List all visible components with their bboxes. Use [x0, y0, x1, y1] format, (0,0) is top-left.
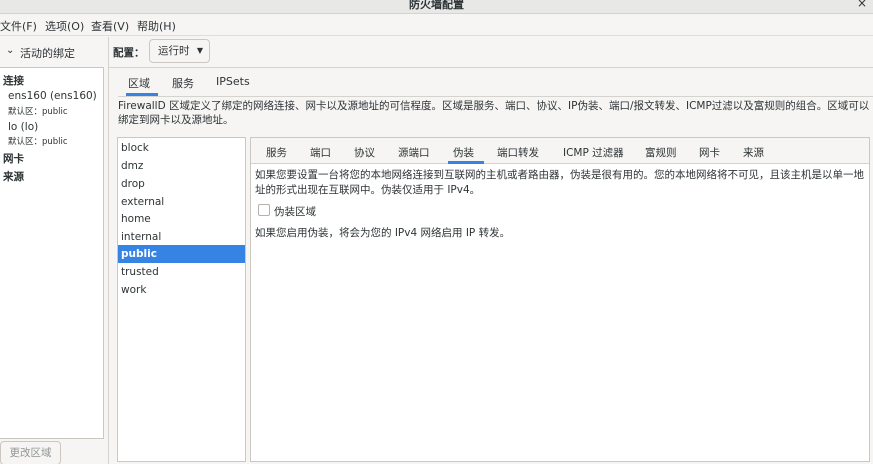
zone-item-internal[interactable]: internal: [118, 228, 245, 246]
change-zone-button[interactable]: 更改区域: [0, 441, 61, 464]
connection-zone-ens160: 默认区：public: [8, 107, 68, 117]
tab-services[interactable]: 服务: [172, 75, 194, 91]
masquerade-note: 如果您启用伪装，将会为您的 IPv4 网络启用 IP 转发。: [255, 227, 511, 239]
window-titlebar: 防火墙配置 ×: [0, 0, 873, 14]
subtab-protocols[interactable]: 协议: [354, 145, 375, 160]
connection-item-lo[interactable]: lo (lo): [8, 121, 38, 133]
zone-item-work[interactable]: work: [118, 281, 245, 299]
subtab-source-ports[interactable]: 源端口: [398, 145, 430, 160]
zone-item-public[interactable]: public: [118, 245, 245, 263]
window-title: 防火墙配置: [409, 0, 464, 11]
interfaces-heading: 网卡: [3, 153, 24, 165]
zone-item-dmz[interactable]: dmz: [118, 157, 245, 175]
close-icon[interactable]: ×: [857, 0, 867, 10]
subtab-services[interactable]: 服务: [266, 145, 287, 160]
menu-help[interactable]: 帮助(H): [137, 18, 176, 34]
zone-item-home[interactable]: home: [118, 210, 245, 228]
subtab-icmp-filter[interactable]: ICMP 过滤器: [563, 145, 624, 160]
menubar: 文件(F) 选项(O) 查看(V) 帮助(H): [0, 14, 873, 36]
zone-item-trusted[interactable]: trusted: [118, 263, 245, 281]
dropdown-arrow-icon: ▼: [196, 46, 203, 55]
masquerade-description: 如果您要设置一台将您的本地网络连接到互联网的主机或者路由器，伪装是很有用的。您的…: [255, 169, 864, 196]
subtab-port-forwarding[interactable]: 端口转发: [497, 145, 539, 160]
menu-view[interactable]: 查看(V): [91, 18, 129, 34]
menu-options[interactable]: 选项(O): [45, 18, 84, 34]
connection-item-ens160[interactable]: ens160 (ens160): [8, 90, 97, 102]
zones-description: FirewallD 区域定义了绑定的网络连接、网卡以及源地址的可信程度。区域是服…: [118, 100, 870, 126]
subtab-rich-rules[interactable]: 富规则: [645, 145, 677, 160]
zone-subtab-bar: 服务 端口 协议 源端口 伪装 端口转发 ICMP 过滤器 富规则 网卡 来源: [251, 138, 869, 164]
masquerade-checkbox[interactable]: [258, 204, 270, 216]
zone-list: block dmz drop external home internal pu…: [117, 137, 246, 462]
active-bindings-label: 活动的绑定: [20, 47, 75, 60]
masquerade-checkbox-label[interactable]: 伪装区域: [274, 204, 316, 219]
subtab-interfaces[interactable]: 网卡: [699, 145, 720, 160]
tab-ipsets[interactable]: IPSets: [216, 75, 250, 88]
subtab-sources[interactable]: 来源: [743, 145, 764, 160]
active-subtab-indicator: [448, 161, 484, 164]
tabs-divider: [118, 96, 873, 97]
menu-file[interactable]: 文件(F): [0, 18, 37, 34]
subtab-masquerade[interactable]: 伪装: [453, 145, 474, 160]
zone-item-block[interactable]: block: [118, 139, 245, 157]
chevron-down-icon: ⌄: [6, 45, 15, 56]
header-divider: [109, 67, 873, 68]
connections-heading: 连接: [3, 75, 24, 87]
sources-heading: 来源: [3, 171, 24, 183]
pane-divider[interactable]: [108, 37, 109, 464]
config-mode-value: 运行时: [158, 45, 190, 57]
connection-zone-lo: 默认区：public: [8, 137, 68, 147]
active-bindings-panel: 连接 ens160 (ens160) 默认区：public lo (lo) 默认…: [0, 67, 104, 439]
zone-item-drop[interactable]: drop: [118, 175, 245, 193]
config-mode-dropdown[interactable]: 运行时 ▼: [149, 39, 210, 63]
subtab-ports[interactable]: 端口: [310, 145, 331, 160]
zone-item-external[interactable]: external: [118, 193, 245, 211]
active-bindings-header[interactable]: ⌄ 活动的绑定: [0, 37, 110, 67]
config-label: 配置：: [113, 47, 145, 59]
tab-zones[interactable]: 区域: [128, 75, 150, 91]
